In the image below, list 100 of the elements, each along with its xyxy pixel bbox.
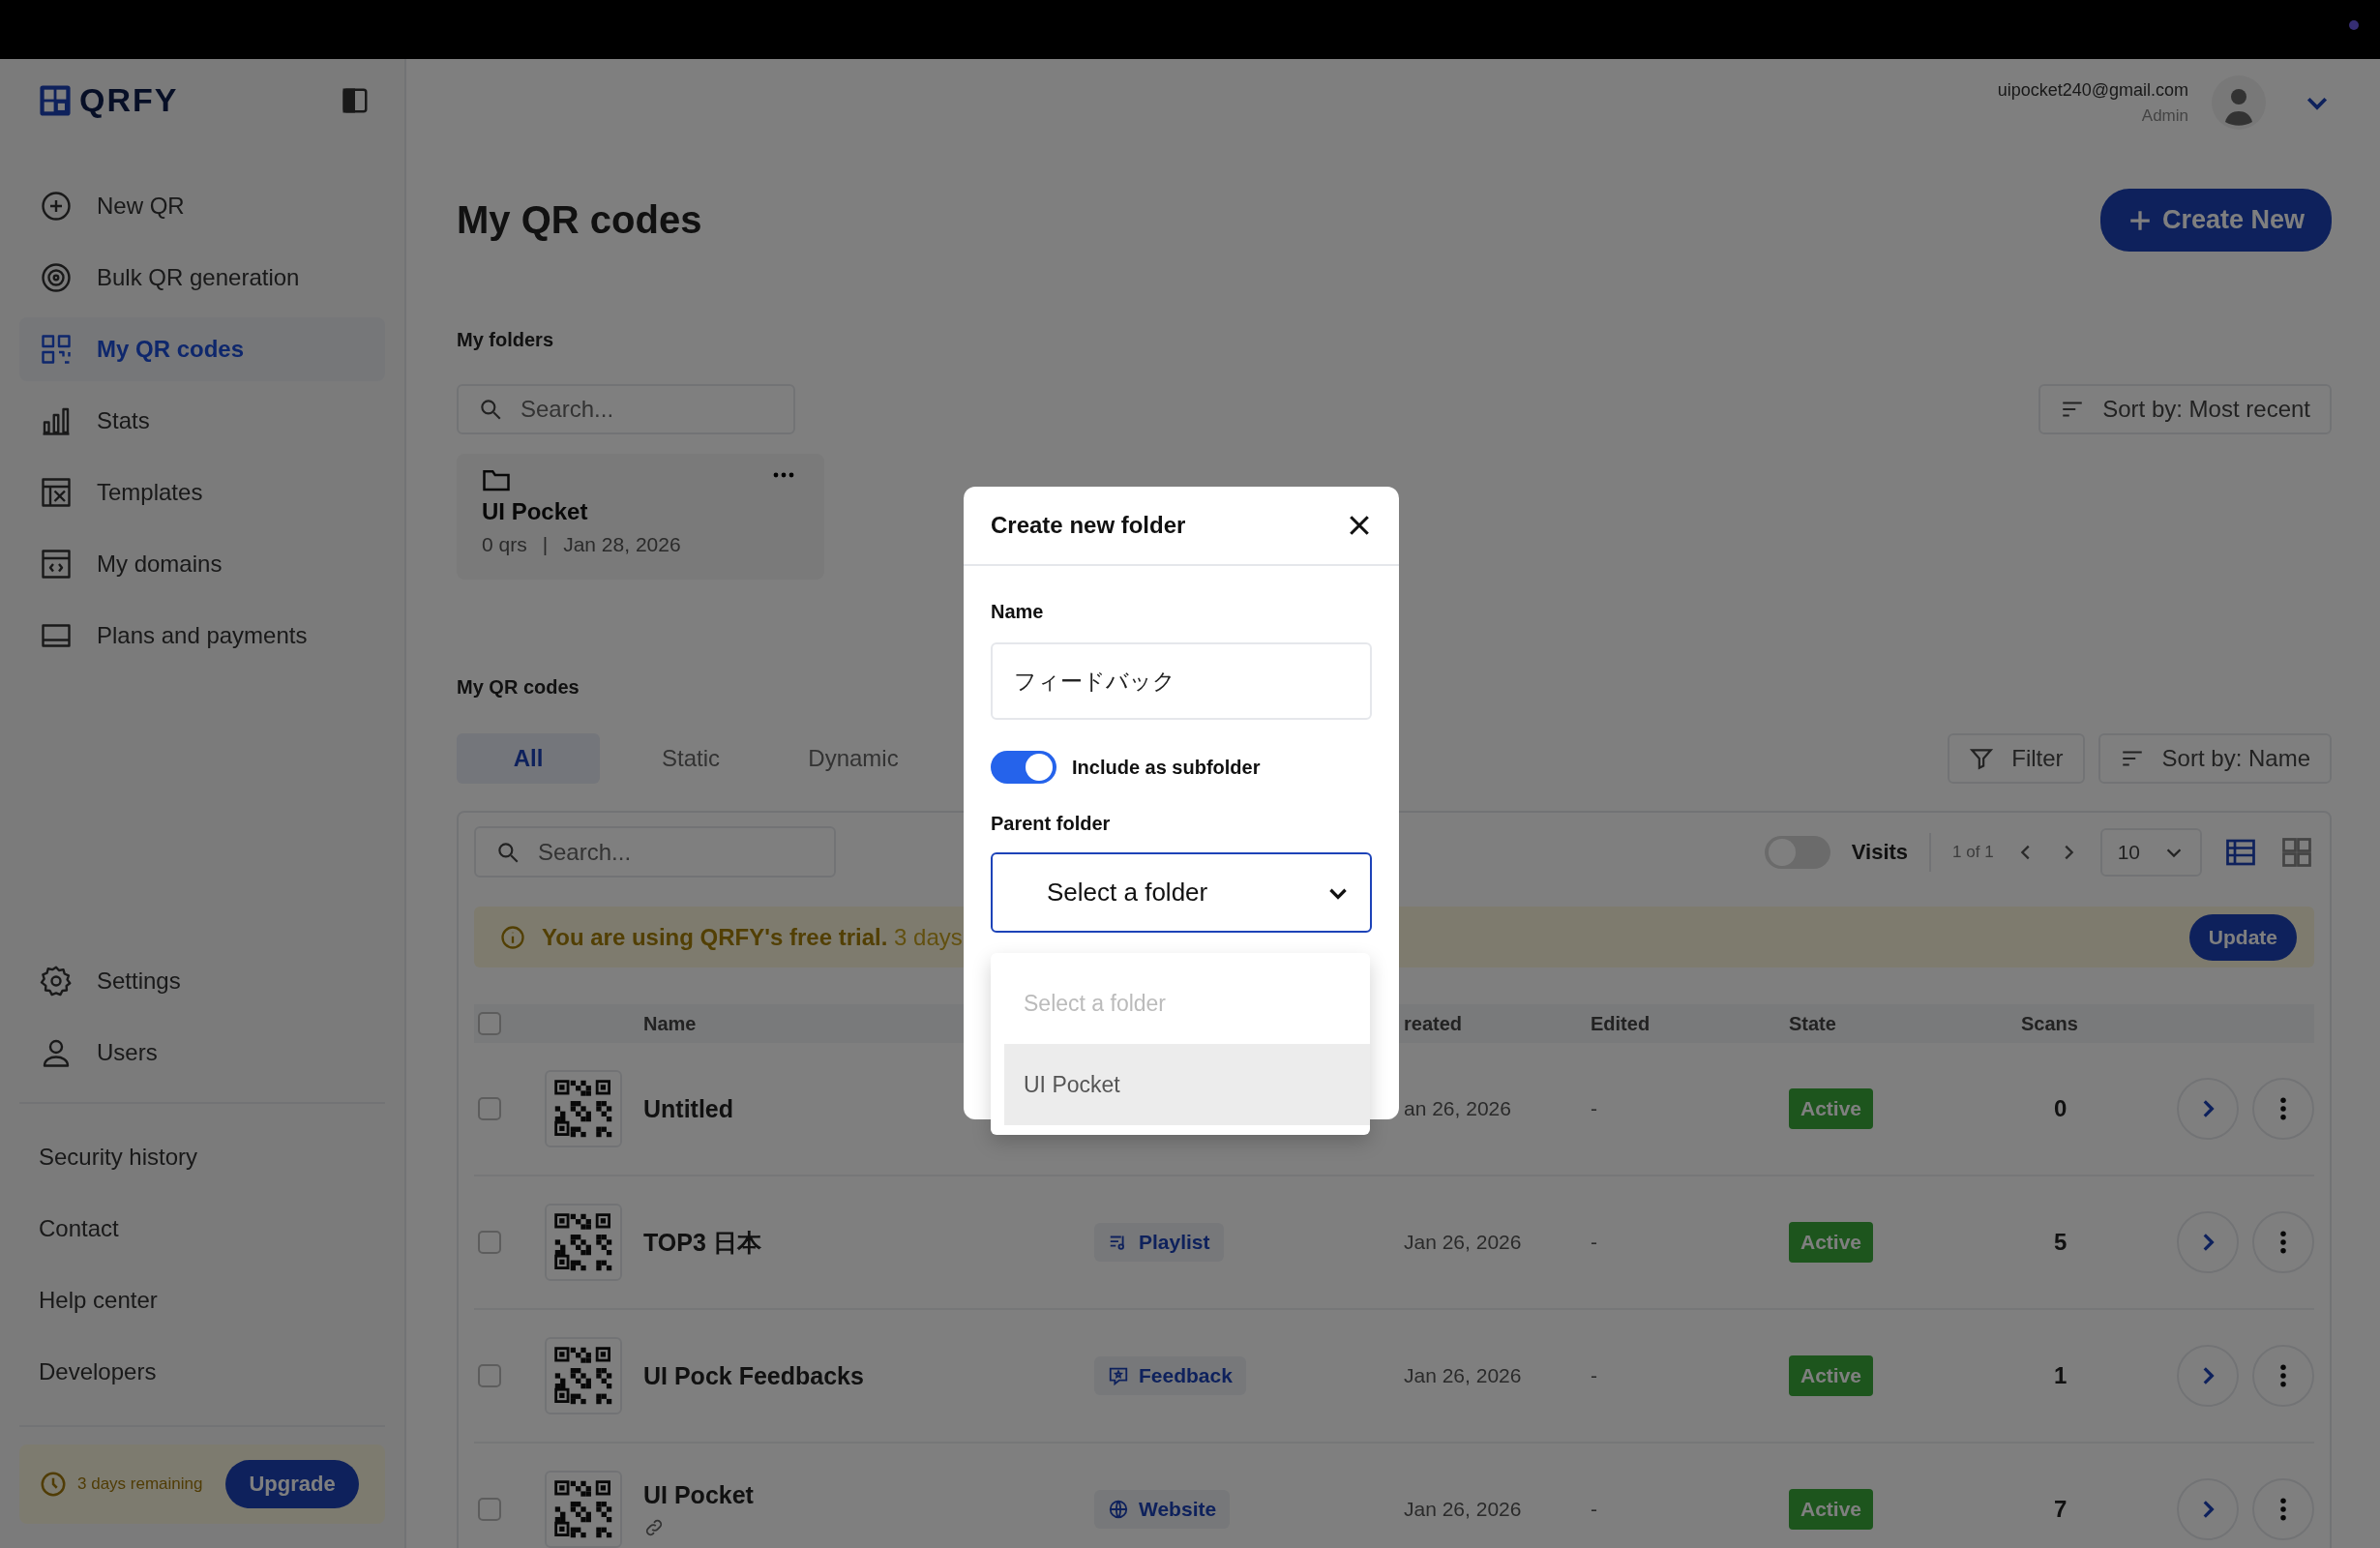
sort-button[interactable]: Sort by: Most recent [2038, 384, 2332, 434]
type-tag: Website [1094, 1490, 1231, 1529]
filter-button[interactable]: Filter [1948, 733, 2085, 784]
user-role: Admin [2141, 105, 2188, 126]
logo-icon [39, 83, 72, 117]
status-badge: Active [1789, 1222, 1874, 1263]
section-label: My QR codes [457, 676, 580, 699]
sidebar-item[interactable]: Templates [19, 461, 385, 524]
target-icon [39, 260, 74, 295]
page-size-select[interactable]: 10 [2099, 827, 2202, 877]
sidebar-item[interactable]: My QR codes [19, 317, 385, 381]
search-field[interactable]: Search... [474, 826, 836, 878]
table-cell-text: 1 [2053, 1362, 2068, 1389]
logo-text: QRFY [79, 81, 179, 119]
sidebar-item[interactable]: Stats [19, 389, 385, 453]
more-vertical-icon [2280, 1096, 2286, 1121]
sidebar-link[interactable]: Security history [19, 1121, 385, 1193]
dialog-title: Create new folder [991, 512, 1186, 539]
toggle-switch[interactable] [991, 751, 1056, 784]
folder-date: Jan 28, 2026 [563, 533, 681, 556]
filter-icon [1969, 746, 1995, 771]
qr-name: Untitled [643, 1094, 735, 1123]
column-header: Scans [2021, 1012, 2079, 1035]
folder-card[interactable]: UI Pocket 0 qrs | Jan 28, 2026 [457, 454, 824, 580]
type-tag: Feedback [1094, 1356, 1246, 1395]
banner-text: You are using QRFY's free trial. 3 days [542, 923, 963, 951]
toggle-label: Include as subfolder [1072, 756, 1261, 779]
website-icon [1108, 1499, 1129, 1520]
clock-icon [39, 1470, 68, 1499]
column-header: Edited [1591, 1012, 1651, 1035]
checkbox[interactable] [478, 1498, 501, 1521]
status-badge: Active [1789, 1489, 1874, 1530]
folder-count: 0 qrs [482, 533, 527, 556]
qr-grid-icon [39, 332, 74, 367]
table-cell-text: Jan 26, 2026 [1404, 1364, 1523, 1387]
status-badge: Active [1789, 1088, 1874, 1129]
create-new-button[interactable]: Create New [2099, 189, 2332, 252]
folder-select[interactable]: Select a folder [991, 852, 1372, 933]
plus-circle-icon [39, 189, 74, 223]
table-cell-text: - [1591, 1364, 1598, 1387]
table-cell-text: - [1591, 1498, 1598, 1521]
update-button[interactable]: Update [2188, 913, 2297, 961]
input-field[interactable]: フィードバック [991, 642, 1372, 720]
type-tag: Playlist [1094, 1223, 1224, 1262]
qr-name: TOP3 日本 [643, 1227, 762, 1258]
table-cell-text: - [1591, 1097, 1598, 1120]
sidebar-link[interactable]: Contact [19, 1193, 385, 1265]
field-label: Name [991, 601, 1045, 623]
field-label: Parent folder [991, 813, 1112, 835]
sort-button[interactable]: Sort by: Name [2097, 733, 2332, 784]
upgrade-button[interactable]: Upgrade [225, 1460, 359, 1508]
table-cell-text: an 26, 2026 [1404, 1097, 1512, 1120]
indicator-dot [2349, 20, 2359, 30]
qr-name: UI Pock Feedbacks [643, 1361, 865, 1390]
search-icon [478, 397, 503, 422]
column-header: reated [1404, 1012, 1464, 1035]
folder-name: UI Pocket [482, 498, 589, 525]
checkbox[interactable] [478, 1231, 501, 1254]
trial-text: 3 days remaining [77, 1474, 203, 1494]
sidebar-item[interactable]: Users [19, 1021, 385, 1085]
table-cell-text: 0 [2053, 1095, 2068, 1122]
sidebar-item[interactable]: Bulk QR generation [19, 246, 385, 310]
tab[interactable]: Dynamic [782, 733, 925, 784]
sidebar-link[interactable]: Developers [19, 1336, 385, 1408]
tab[interactable]: All [457, 733, 600, 784]
qr-name: UI Pocket [643, 1480, 755, 1509]
sidebar-item[interactable]: Settings [19, 949, 385, 1013]
checkbox[interactable] [478, 1364, 501, 1387]
sidebar-item[interactable]: My domains [19, 532, 385, 596]
user-email: uipocket240@gmail.com [1997, 79, 2188, 101]
status-badge: Active [1789, 1355, 1874, 1396]
feedback-icon [1108, 1365, 1129, 1386]
dropdown-option[interactable]: UI Pocket [1004, 1044, 1370, 1125]
folder-icon [482, 467, 511, 492]
avatar[interactable] [2212, 75, 2266, 130]
section-label: My folders [457, 329, 554, 351]
table-cell-text: - [1591, 1231, 1598, 1254]
sidebar-item[interactable]: Plans and payments [19, 604, 385, 668]
table-cell-text: Jan 26, 2026 [1404, 1498, 1523, 1521]
sidebar-item[interactable]: New QR [19, 174, 385, 238]
table-cell-text: 5 [2053, 1229, 2068, 1256]
sidebar-link[interactable]: Help center [19, 1265, 385, 1336]
column-header: Name [643, 1012, 698, 1035]
search-field[interactable]: Search... [457, 384, 795, 434]
domain-icon [39, 547, 74, 581]
more-vertical-icon [2280, 1230, 2286, 1255]
page-title: My QR codes [457, 198, 702, 242]
table-cell-text: Jan 26, 2026 [1404, 1231, 1523, 1254]
tab[interactable]: Static [619, 733, 762, 784]
column-header: State [1789, 1012, 1837, 1035]
checkbox[interactable] [478, 1097, 501, 1120]
more-vertical-icon [2280, 1497, 2286, 1522]
more-vertical-icon [2280, 1363, 2286, 1388]
info-icon [499, 923, 526, 951]
separator: | [542, 533, 549, 556]
toggle-label: Visits [1851, 839, 1909, 865]
gear-icon [39, 964, 74, 998]
template-icon [39, 475, 74, 510]
checkbox[interactable] [478, 1012, 501, 1035]
pagination-text: 1 of 1 [1952, 842, 1994, 862]
